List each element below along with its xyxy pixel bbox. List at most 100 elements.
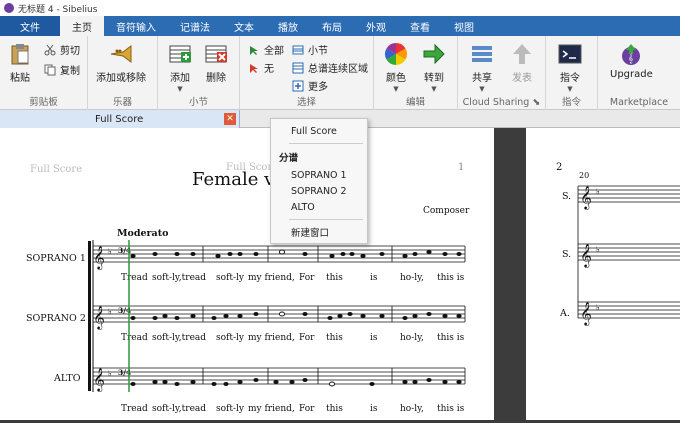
- flat-key-signature-icon: ♭: [596, 187, 600, 196]
- group-label-clipboard: 剪贴板: [29, 97, 58, 108]
- select-none-button[interactable]: 无: [248, 60, 274, 75]
- scissors-icon: [44, 44, 56, 55]
- dialog-launcher-icon[interactable]: ⬊: [532, 97, 540, 108]
- tab-appearance[interactable]: 外观: [354, 16, 398, 36]
- tab-review[interactable]: 查看: [398, 16, 442, 36]
- group-label-instruments: 乐器: [112, 97, 132, 108]
- flat-key-signature-icon: ♭: [108, 307, 112, 316]
- group-cloud-sharing: 共享 ▼ 发表 Cloud Sharing ⬊: [458, 36, 546, 110]
- notes-soprano-2: [130, 311, 462, 320]
- command-button[interactable]: 指令 ▼: [558, 42, 582, 93]
- menu-item-part-alto[interactable]: ALTO: [271, 199, 367, 215]
- menu-item-part-soprano-2[interactable]: SOPRANO 2: [271, 183, 367, 199]
- tab-home[interactable]: 主页: [60, 16, 104, 36]
- add-bar-button[interactable]: 添加 ▼: [168, 42, 192, 93]
- tab-play[interactable]: 播放: [266, 16, 310, 36]
- ribbon-tab-bar: 文件 主页 音符输入 记谱法 文本 播放 布局 外观 查看 视图: [0, 16, 680, 36]
- menu-item-full-score[interactable]: Full Score: [271, 123, 367, 139]
- paste-button[interactable]: 粘贴: [8, 42, 32, 84]
- system-passage-icon: [292, 62, 304, 73]
- group-label-select: 选择: [296, 97, 316, 108]
- goto-button[interactable]: 转到 ▼: [422, 42, 446, 93]
- tab-note-input[interactable]: 音符输入: [104, 16, 168, 36]
- select-all-button[interactable]: 全部: [248, 42, 284, 57]
- page-2-staff-s1[interactable]: S. 𝄞 ♭: [562, 185, 680, 210]
- score-page-1-music[interactable]: Full Score Full Score 1 Female vo Compos…: [0, 128, 494, 420]
- staff-abbrev-s2: S.: [562, 249, 571, 260]
- tab-layout[interactable]: 布局: [310, 16, 354, 36]
- score-page-2-music[interactable]: 2 20 S. 𝄞 ♭ S. 𝄞 ♭ A. 𝄞 ♭: [526, 128, 680, 420]
- page-number: 1: [458, 162, 464, 173]
- svg-text:is: is: [370, 273, 378, 283]
- treble-clef-icon: 𝄞: [93, 367, 105, 392]
- select-bar-button[interactable]: 小节: [292, 42, 328, 57]
- share-list-icon: [472, 46, 492, 62]
- tab-notations[interactable]: 记谱法: [168, 16, 222, 36]
- group-label-marketplace: Marketplace: [609, 97, 669, 108]
- chevron-down-icon: ▼: [479, 85, 485, 93]
- select-none-icon: [250, 63, 258, 73]
- staff-abbrev-s1: S.: [562, 191, 571, 202]
- document-tab-full-score[interactable]: Full Score ✕: [0, 110, 240, 128]
- cut-button[interactable]: 剪切: [44, 42, 80, 57]
- page-2-staff-s2[interactable]: S. 𝄞 ♭: [562, 243, 680, 268]
- flat-key-signature-icon: ♭: [108, 369, 112, 378]
- svg-text:this is: this is: [437, 273, 465, 283]
- svg-text:Tread: Tread: [121, 273, 148, 283]
- trumpet-icon: [110, 45, 132, 63]
- title-bar: 无标题 4 - Sibelius: [0, 0, 680, 16]
- svg-text:Tread: Tread: [121, 404, 148, 414]
- group-label-bars: 小节: [188, 97, 208, 108]
- composer-text: Composer: [423, 206, 470, 216]
- lyrics-soprano-2: Tread soft-ly,tread soft-ly my friend, For th…: [121, 333, 465, 343]
- group-instruments: 添加或移除 乐器: [88, 36, 158, 110]
- staff-lines: [93, 245, 465, 263]
- publish-button[interactable]: 发表: [510, 42, 534, 84]
- staff-soprano-1[interactable]: SOPRANO 1 𝄞 ♭ 3/4 Tread soft-ly,tread so…: [26, 245, 466, 283]
- tab-text[interactable]: 文本: [222, 16, 266, 36]
- score-page-1[interactable]: Full Score Full Score 1 Female vo Compos…: [0, 128, 494, 420]
- svg-text:is: is: [370, 404, 378, 414]
- page-2-staff-a[interactable]: A. 𝄞 ♭: [559, 301, 680, 326]
- svg-text:my friend,: my friend,: [248, 333, 295, 343]
- group-commands: 指令 ▼ 指令: [546, 36, 598, 110]
- color-button[interactable]: 颜色 ▼: [384, 42, 408, 93]
- svg-text:this is: this is: [437, 333, 465, 343]
- svg-text:ho-ly,: ho-ly,: [400, 333, 424, 343]
- svg-text:this is: this is: [437, 404, 465, 414]
- svg-text:For: For: [299, 333, 315, 343]
- select-system-passage-button[interactable]: 总谱连续区域: [292, 60, 368, 75]
- system-bracket: [88, 241, 91, 391]
- svg-text:soft-ly,tread: soft-ly,tread: [152, 273, 206, 283]
- group-clipboard: 粘贴 剪切 复制 剪贴板: [0, 36, 88, 110]
- document-tab-menu: Full Score 分谱 SOPRANO 1 SOPRANO 2 ALTO 新…: [270, 118, 368, 244]
- tab-file[interactable]: 文件: [0, 16, 60, 36]
- command-prompt-icon: [558, 44, 582, 64]
- delete-bar-icon: [205, 45, 227, 63]
- group-select: 全部 无 小节 总谱连续区域 更多 选择: [240, 36, 374, 110]
- menu-divider: [289, 219, 363, 220]
- svg-text:𝄞: 𝄞: [628, 53, 633, 64]
- upgrade-button[interactable]: 𝄞 Upgrade: [610, 42, 653, 80]
- tab-view[interactable]: 视图: [442, 16, 486, 36]
- close-icon[interactable]: ✕: [224, 113, 236, 125]
- upgrade-icon: 𝄞: [622, 44, 641, 65]
- menu-item-part-soprano-1[interactable]: SOPRANO 1: [271, 167, 367, 183]
- staff-soprano-2[interactable]: SOPRANO 2 𝄞 ♭ 3/4 Tread soft-ly,tread so…: [26, 305, 466, 343]
- score-page-2[interactable]: 2 20 S. 𝄞 ♭ S. 𝄞 ♭ A. 𝄞 ♭: [526, 128, 680, 420]
- flat-key-signature-icon: ♭: [596, 245, 600, 254]
- svg-text:ho-ly,: ho-ly,: [400, 404, 424, 414]
- copy-button[interactable]: 复制: [44, 62, 80, 77]
- select-more-button[interactable]: 更多: [292, 78, 328, 93]
- share-button[interactable]: 共享 ▼: [470, 42, 494, 93]
- add-remove-instruments-button[interactable]: 添加或移除: [96, 42, 146, 84]
- goto-arrow-icon: [423, 43, 445, 65]
- svg-text:soft-ly,tread: soft-ly,tread: [152, 333, 206, 343]
- svg-text:soft-ly: soft-ly: [216, 333, 245, 343]
- svg-text:this: this: [326, 404, 343, 414]
- delete-bar-button[interactable]: 删除: [204, 42, 228, 84]
- group-marketplace: 𝄞 Upgrade Marketplace: [598, 36, 680, 110]
- menu-item-new-window[interactable]: 新建窗口: [271, 224, 367, 240]
- group-bars: 添加 ▼ 删除 小节: [158, 36, 240, 110]
- staff-alto[interactable]: ALTO 𝄞 ♭ 3/4 Tread soft-ly,tread soft-ly…: [53, 367, 466, 414]
